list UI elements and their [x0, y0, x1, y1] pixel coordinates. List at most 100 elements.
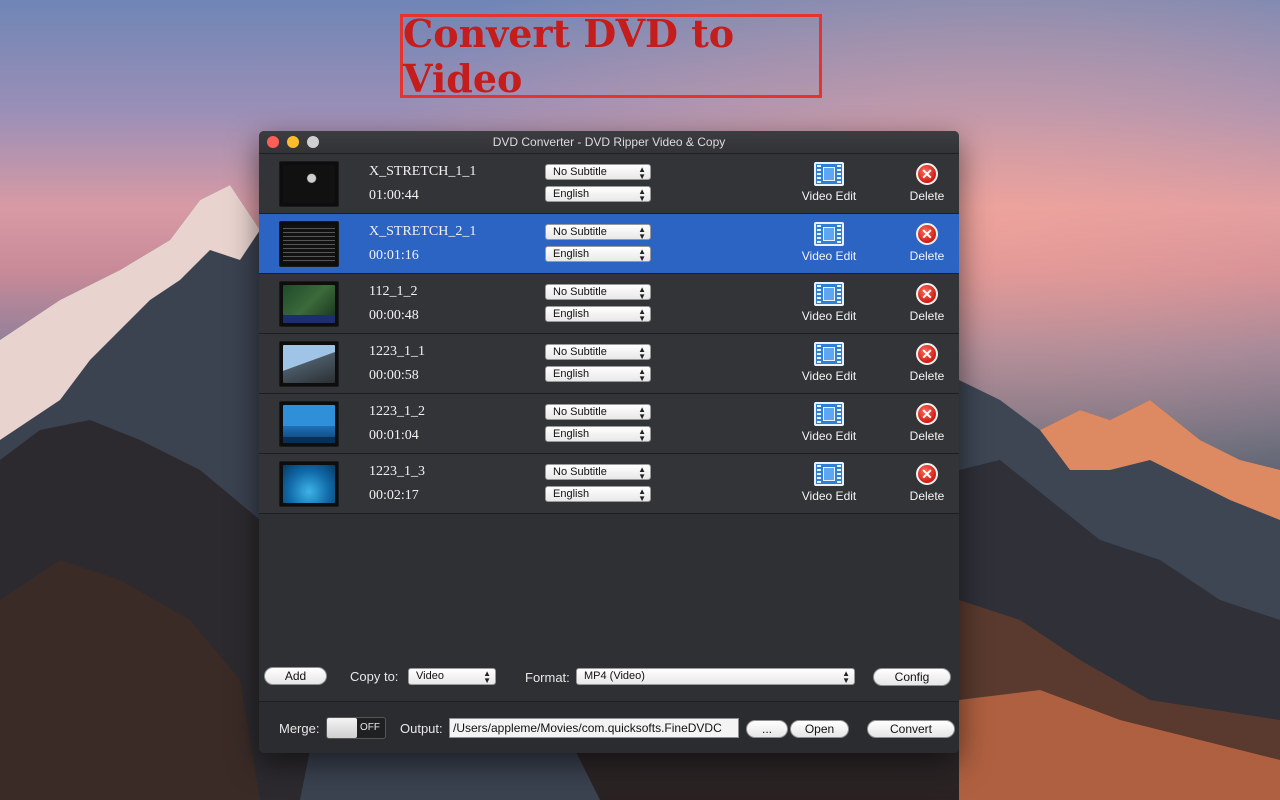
video-edit-label: Video Edit	[801, 249, 857, 263]
audio-select-value: English	[553, 248, 590, 260]
subtitle-select-value: No Subtitle	[553, 286, 607, 298]
audio-language-select[interactable]: English ▲ ▼	[545, 366, 651, 383]
delete-x-icon: ✕	[916, 223, 938, 245]
video-edit-button[interactable]: Video Edit	[795, 282, 863, 328]
video-edit-button[interactable]: Video Edit	[795, 462, 863, 508]
title-row[interactable]: 1223_1_2 00:01:04 No Subtitle ▲ ▼ English ▲…	[259, 394, 959, 454]
chevron-updown-icon: ▲ ▼	[483, 669, 491, 685]
subtitle-select-value: No Subtitle	[553, 346, 607, 358]
subtitle-select-value: No Subtitle	[553, 226, 607, 238]
delete-label: Delete	[909, 489, 945, 503]
video-edit-button[interactable]: Video Edit	[795, 402, 863, 448]
config-button[interactable]: Config	[873, 668, 951, 686]
title-row[interactable]: 1223_1_1 00:00:58 No Subtitle ▲ ▼ English ▲…	[259, 334, 959, 394]
copy-to-label: Copy to:	[350, 669, 399, 684]
banner-title: Convert DVD to Video	[403, 11, 735, 101]
minimize-window-button[interactable]	[287, 136, 299, 148]
video-thumbnail	[279, 461, 339, 507]
title-row[interactable]: 112_1_2 00:00:48 No Subtitle ▲ ▼ English ▲ ▼…	[259, 274, 959, 334]
film-icon	[814, 282, 844, 306]
promo-banner: Convert DVD to Video	[400, 11, 822, 101]
conversion-toolbar: Add Copy to: Video ▲ ▼ Format: MP4 (Video)…	[259, 656, 959, 696]
subtitle-select[interactable]: No Subtitle ▲ ▼	[545, 344, 651, 361]
convert-button[interactable]: Convert	[867, 720, 955, 738]
film-icon	[814, 402, 844, 426]
add-button[interactable]: Add	[264, 667, 327, 685]
subtitle-select[interactable]: No Subtitle ▲ ▼	[545, 464, 651, 481]
delete-x-icon: ✕	[916, 463, 938, 485]
audio-language-select[interactable]: English ▲ ▼	[545, 186, 651, 203]
copy-to-value: Video	[416, 670, 444, 682]
open-button[interactable]: Open	[790, 720, 849, 738]
video-edit-label: Video Edit	[801, 429, 857, 443]
audio-language-select[interactable]: English ▲ ▼	[545, 246, 651, 263]
format-label: Format:	[525, 670, 570, 685]
chevron-updown-icon: ▲ ▼	[638, 285, 646, 301]
delete-x-icon: ✕	[916, 403, 938, 425]
format-select[interactable]: MP4 (Video) ▲ ▼	[576, 668, 855, 685]
delete-button[interactable]: ✕ Delete	[903, 342, 951, 388]
close-window-button[interactable]	[267, 136, 279, 148]
chevron-updown-icon: ▲ ▼	[638, 465, 646, 481]
chevron-updown-icon: ▲ ▼	[638, 427, 646, 443]
delete-label: Delete	[909, 189, 945, 203]
window-title: DVD Converter - DVD Ripper Video & Copy	[492, 135, 726, 149]
audio-language-select[interactable]: English ▲ ▼	[545, 306, 651, 323]
video-edit-label: Video Edit	[801, 369, 857, 383]
video-thumbnail	[279, 221, 339, 267]
video-thumbnail	[279, 401, 339, 447]
merge-toggle[interactable]: OFF	[326, 717, 386, 739]
subtitle-select[interactable]: No Subtitle ▲ ▼	[545, 284, 651, 301]
title-name: 1223_1_2	[369, 404, 425, 419]
subtitle-select[interactable]: No Subtitle ▲ ▼	[545, 164, 651, 181]
browse-button[interactable]: ...	[746, 720, 788, 738]
delete-x-icon: ✕	[916, 283, 938, 305]
delete-x-icon: ✕	[916, 343, 938, 365]
zoom-window-button[interactable]	[307, 136, 319, 148]
delete-button[interactable]: ✕ Delete	[903, 282, 951, 328]
title-row[interactable]: 1223_1_3 00:02:17 No Subtitle ▲ ▼ English ▲…	[259, 454, 959, 514]
audio-select-value: English	[553, 188, 590, 200]
output-bar: Merge: OFF Output: /Users/appleme/Movies…	[259, 701, 959, 753]
video-edit-button[interactable]: Video Edit	[795, 222, 863, 268]
audio-select-value: English	[553, 308, 590, 320]
toggle-knob	[327, 718, 357, 738]
copy-to-select[interactable]: Video ▲ ▼	[408, 668, 496, 685]
delete-label: Delete	[909, 249, 945, 263]
delete-button[interactable]: ✕ Delete	[903, 462, 951, 508]
chevron-updown-icon: ▲ ▼	[638, 307, 646, 323]
subtitle-select[interactable]: No Subtitle ▲ ▼	[545, 224, 651, 241]
app-window: DVD Converter - DVD Ripper Video & Copy …	[259, 131, 959, 753]
title-row[interactable]: X_STRETCH_1_1 01:00:44 No Subtitle ▲ ▼ Eng…	[259, 154, 959, 214]
delete-button[interactable]: ✕ Delete	[903, 222, 951, 268]
video-edit-button[interactable]: Video Edit	[795, 162, 863, 208]
subtitle-select-value: No Subtitle	[553, 166, 607, 178]
chevron-updown-icon: ▲ ▼	[638, 187, 646, 203]
audio-select-value: English	[553, 428, 590, 440]
delete-x-icon: ✕	[916, 163, 938, 185]
output-path-field[interactable]: /Users/appleme/Movies/com.quicksofts.Fin…	[449, 718, 739, 738]
delete-button[interactable]: ✕ Delete	[903, 162, 951, 208]
delete-label: Delete	[909, 369, 945, 383]
title-name: 1223_1_1	[369, 344, 425, 359]
video-edit-button[interactable]: Video Edit	[795, 342, 863, 388]
title-list: X_STRETCH_1_1 01:00:44 No Subtitle ▲ ▼ Eng…	[259, 154, 959, 514]
chevron-updown-icon: ▲ ▼	[842, 669, 850, 685]
title-duration: 00:00:58	[369, 368, 419, 383]
film-icon	[814, 462, 844, 486]
delete-button[interactable]: ✕ Delete	[903, 402, 951, 448]
title-duration: 00:01:16	[369, 248, 419, 263]
title-bar: DVD Converter - DVD Ripper Video & Copy	[259, 131, 959, 154]
audio-select-value: English	[553, 488, 590, 500]
subtitle-select[interactable]: No Subtitle ▲ ▼	[545, 404, 651, 421]
film-icon	[814, 162, 844, 186]
chevron-updown-icon: ▲ ▼	[638, 225, 646, 241]
title-row-selected[interactable]: X_STRETCH_2_1 00:01:16 No Subtitle ▲ ▼ Eng…	[259, 214, 959, 274]
title-duration: 01:00:44	[369, 188, 419, 203]
film-icon	[814, 222, 844, 246]
video-thumbnail	[279, 341, 339, 387]
audio-language-select[interactable]: English ▲ ▼	[545, 426, 651, 443]
subtitle-select-value: No Subtitle	[553, 466, 607, 478]
audio-language-select[interactable]: English ▲ ▼	[545, 486, 651, 503]
chevron-updown-icon: ▲ ▼	[638, 247, 646, 263]
